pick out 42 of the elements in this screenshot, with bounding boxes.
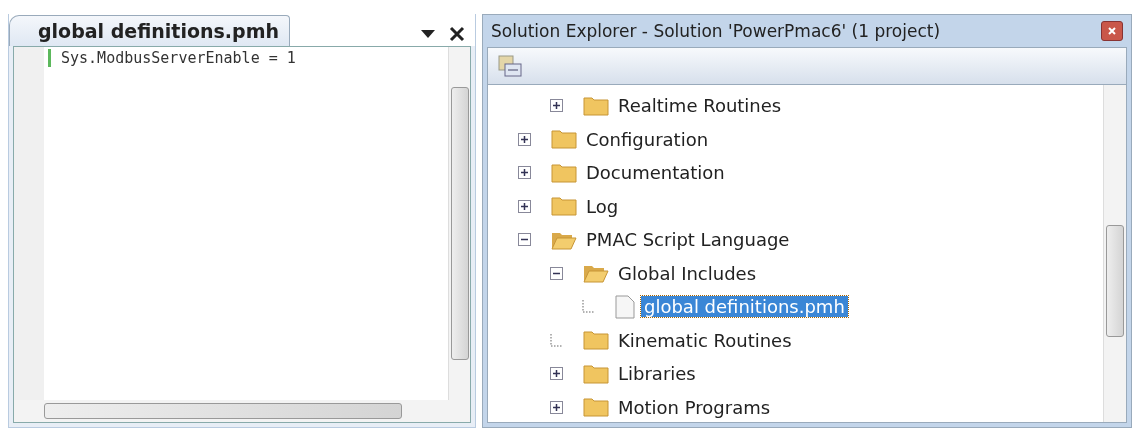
scroll-thumb[interactable]	[1106, 225, 1124, 337]
expand-icon[interactable]	[518, 132, 531, 146]
tree-item[interactable]: Documentation	[583, 162, 728, 184]
tree-item[interactable]: Log	[583, 195, 622, 217]
dropdown-icon[interactable]	[421, 30, 435, 38]
panel-title: Solution Explorer - Solution 'PowerPmac6' (1 project)	[491, 21, 941, 41]
expand-icon[interactable]	[550, 99, 563, 113]
tree-item[interactable]: Motion Programs	[615, 396, 774, 418]
expand-icon[interactable]	[518, 166, 531, 180]
tree-item[interactable]: Kinematic Routines	[615, 329, 795, 351]
code-line: Sys.ModbusServerEnable = 1	[48, 49, 444, 67]
tree-item[interactable]: Libraries	[615, 363, 699, 385]
file-icon	[615, 294, 635, 319]
folder-icon	[551, 196, 577, 217]
tree-item[interactable]: global definitions.pmh	[641, 296, 848, 318]
code-editor[interactable]: Sys.ModbusServerEnable = 1	[13, 46, 471, 423]
expand-icon[interactable]	[550, 400, 563, 414]
document-tab[interactable]: global definitions.pmh	[9, 15, 290, 46]
folder-icon	[583, 95, 609, 116]
horizontal-scrollbar[interactable]	[14, 400, 448, 422]
vertical-scrollbar[interactable]	[1103, 85, 1126, 422]
tree-item[interactable]: Realtime Routines	[615, 95, 785, 117]
folder-icon	[583, 330, 609, 351]
open-folder-icon	[583, 263, 609, 284]
folder-icon	[551, 162, 577, 183]
scroll-thumb[interactable]	[44, 403, 402, 419]
folder-icon	[551, 129, 577, 150]
close-button[interactable]	[1101, 21, 1123, 41]
folder-icon	[583, 397, 609, 418]
expand-icon[interactable]	[550, 367, 563, 381]
folder-icon	[583, 363, 609, 384]
scroll-thumb[interactable]	[450, 87, 469, 360]
close-icon[interactable]	[449, 26, 465, 42]
properties-icon[interactable]	[498, 54, 522, 78]
tree-item[interactable]: Global Includes	[615, 262, 760, 284]
vertical-scrollbar[interactable]	[448, 47, 470, 400]
collapse-icon[interactable]	[518, 233, 531, 247]
collapse-icon[interactable]	[550, 266, 563, 280]
tree-item[interactable]: PMAC Script Language	[583, 229, 793, 251]
tree-item[interactable]: Configuration	[583, 128, 712, 150]
close-icon	[1107, 26, 1117, 36]
expand-icon[interactable]	[518, 199, 531, 213]
